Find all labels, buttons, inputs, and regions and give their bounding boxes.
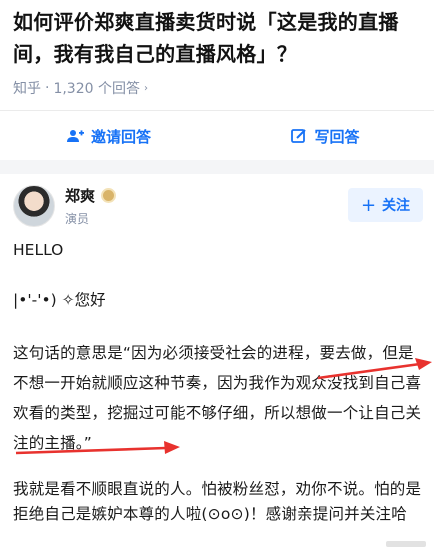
answer-paragraph: |•'-'•) ✧您好: [13, 291, 106, 309]
section-divider: [0, 160, 434, 174]
plus-icon: +: [360, 194, 377, 216]
source-label: 知乎: [13, 81, 41, 97]
author-info: 郑爽 演员: [65, 185, 117, 227]
invite-answer-button[interactable]: 邀请回答: [0, 111, 217, 161]
author-name[interactable]: 郑爽: [65, 185, 95, 206]
avatar[interactable]: [13, 185, 55, 227]
question-meta: 知乎 · 1,320 个回答 ›: [13, 78, 148, 98]
edit-icon: [291, 128, 307, 144]
answer-count[interactable]: 1,320 个回答: [53, 78, 140, 98]
answer-paragraph: HELLO: [13, 241, 64, 259]
meta-separator: ·: [45, 80, 50, 96]
write-answer-button[interactable]: 写回答: [217, 111, 434, 161]
watermark: [386, 540, 426, 551]
question-action-bar: 邀请回答 写回答: [0, 110, 434, 161]
chevron-right-icon[interactable]: ›: [144, 83, 148, 94]
invite-answer-label: 邀请回答: [90, 127, 151, 146]
verified-badge-icon: [101, 188, 117, 203]
question-title[interactable]: 如何评价郑爽直播卖货时说「这是我的直播间，我有我自己的直播风格」？: [13, 6, 423, 70]
add-user-icon: [66, 129, 84, 143]
red-arrow-annotation-icon: [317, 358, 432, 380]
answer-paragraph: 我就是看不顺眼直说的人。怕被粉丝怼，劝你不说。怕的是拒绝自己是嫉妒本尊的人啦(⊙…: [13, 480, 422, 523]
answer-author: 郑爽 演员 + 关注: [13, 184, 423, 228]
author-role: 演员: [65, 212, 90, 226]
author-name-row: 郑爽: [65, 185, 117, 206]
write-answer-label: 写回答: [314, 127, 360, 146]
follow-label: 关注: [382, 198, 411, 214]
follow-button[interactable]: + 关注: [348, 188, 423, 222]
red-arrow-annotation-icon: [15, 441, 180, 455]
